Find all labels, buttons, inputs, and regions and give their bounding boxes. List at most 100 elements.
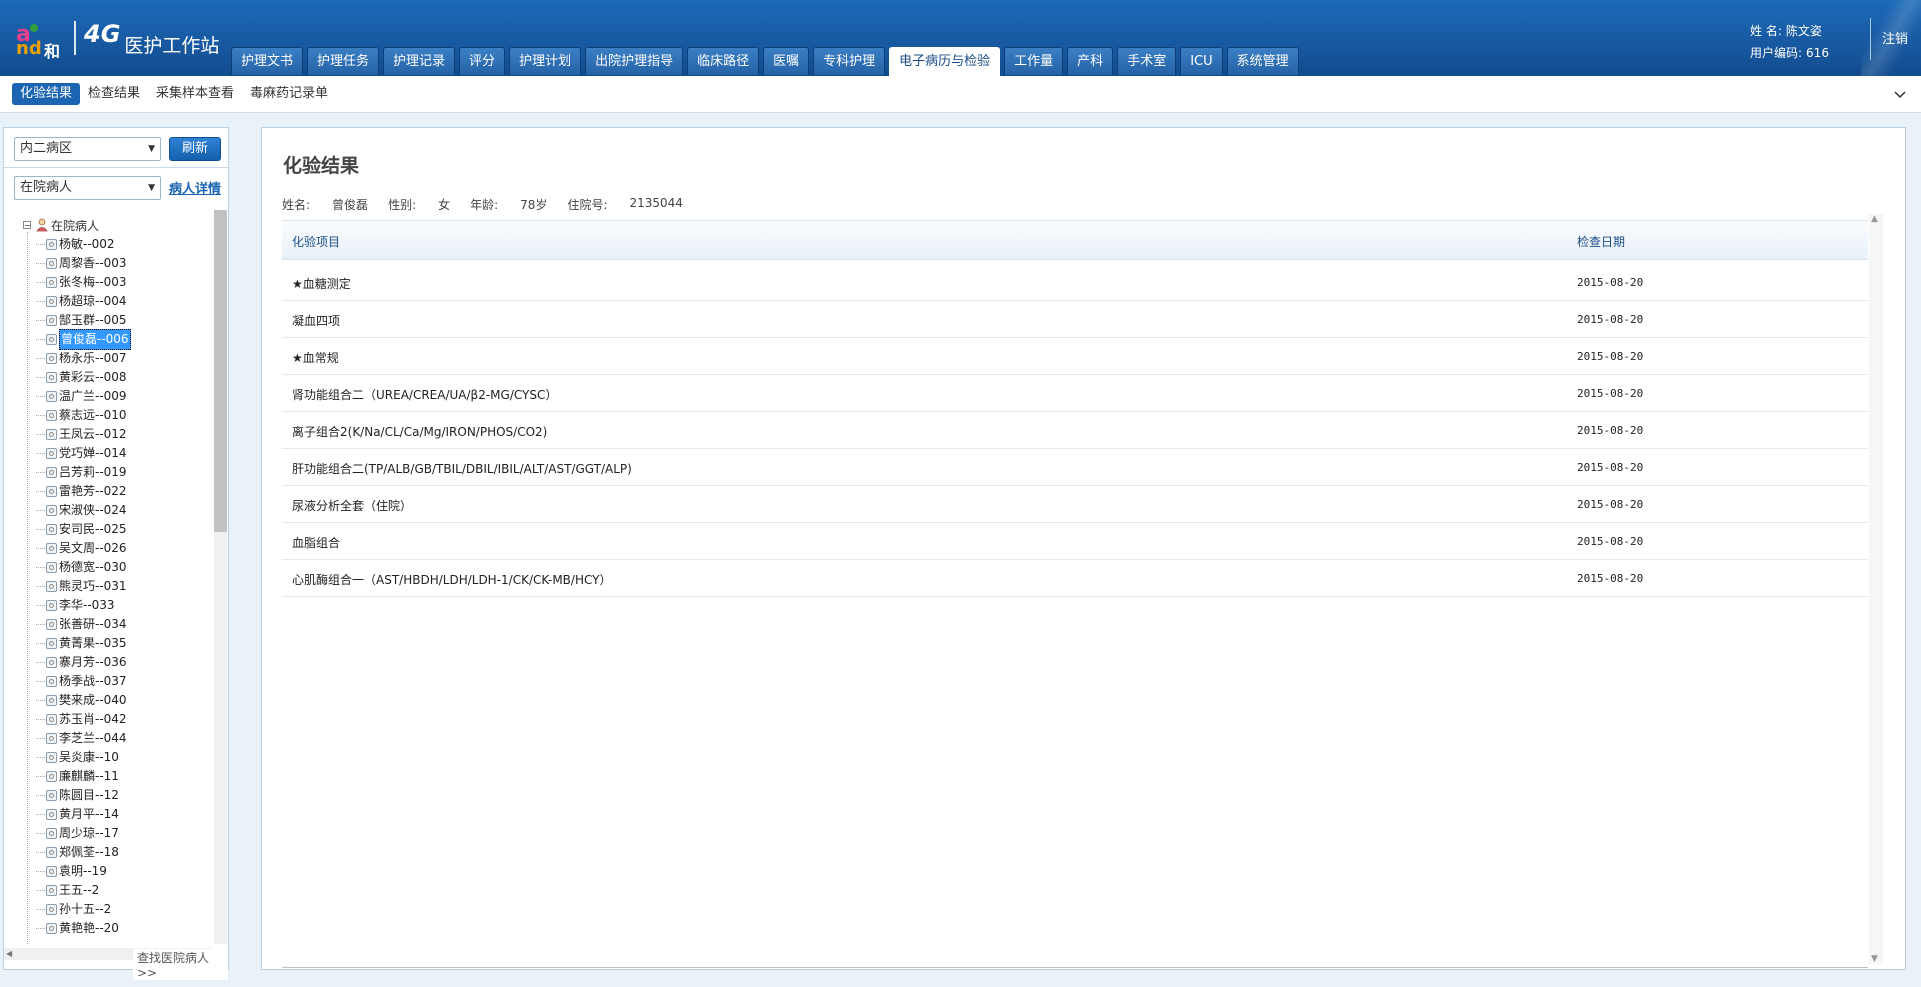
tree-item-patient[interactable]: 王五--2 <box>36 881 131 900</box>
table-row[interactable]: 血脂组合 2015-08-20 <box>282 523 1868 560</box>
chevron-down-icon[interactable] <box>1892 86 1908 102</box>
tree-item-patient[interactable]: 黄月平--14 <box>36 805 131 824</box>
nav-tab[interactable]: 护理文书 <box>231 47 304 75</box>
tree-item-patient[interactable]: 苏玉肖--042 <box>36 710 131 729</box>
tree-item-patient[interactable]: 李华--033 <box>36 596 131 615</box>
sub-tab[interactable]: 采集样本查看 <box>148 83 242 105</box>
column-header-item[interactable]: 化验项目 <box>292 233 340 250</box>
nav-tab[interactable]: 工作量 <box>1004 47 1064 75</box>
sub-tab[interactable]: 化验结果 <box>12 83 81 105</box>
tree-item-patient[interactable]: 张冬梅--003 <box>36 273 131 292</box>
refresh-button[interactable]: 刷新 <box>169 137 221 161</box>
tree-item-patient[interactable]: 袁明--19 <box>36 862 131 881</box>
tree-item-patient[interactable]: 周黎香--003 <box>36 254 131 273</box>
table-row[interactable]: 尿液分析全套（住院） 2015-08-20 <box>282 486 1868 523</box>
tree-item-patient[interactable]: 吴文周--026 <box>36 539 131 558</box>
nav-tab[interactable]: 电子病历与检验 <box>889 47 1001 76</box>
tree-item-patient[interactable]: 郜玉群--005 <box>36 311 131 330</box>
tree-item-patient[interactable]: 雷艳芳--022 <box>36 482 131 501</box>
tree-item-patient[interactable]: 杨德宽--030 <box>36 558 131 577</box>
patient-icon <box>46 315 57 326</box>
collapse-icon[interactable]: − <box>23 221 31 230</box>
nav-tab[interactable]: 护理任务 <box>307 47 380 75</box>
patient-label: 吴炎康--10 <box>59 750 119 764</box>
table-row[interactable]: ★血常规 2015-08-20 <box>282 338 1868 375</box>
table-row[interactable]: 肝功能组合二(TP/ALB/GB/TBIL/DBIL/IBIL/ALT/AST/… <box>282 449 1868 486</box>
tree-item-patient[interactable]: 郑佩荃--18 <box>36 843 131 862</box>
patient-icon <box>46 239 57 250</box>
lab-results-table: 化验项目 检查日期 ★血糖测定 2015-08-20 凝血四项 2015-08-20 ★… <box>282 220 1868 948</box>
tree-item-patient[interactable]: 寨月芳--036 <box>36 653 131 672</box>
tree-item-patient[interactable]: 王凤云--012 <box>36 425 131 444</box>
tree-item-patient[interactable]: 温广兰--009 <box>36 387 131 406</box>
brand-logo: a nd 和 <box>16 18 66 61</box>
sub-tab[interactable]: 毒麻药记录单 <box>242 83 336 105</box>
scroll-down-icon[interactable]: ▼ <box>1871 954 1878 964</box>
table-row[interactable]: 离子组合2(K/Na/CL/Ca/Mg/IRON/PHOS/CO2) 2015-0… <box>282 412 1868 449</box>
tree-scrollbar[interactable] <box>214 210 227 944</box>
tree-item-patient[interactable]: 蔡志远--010 <box>36 406 131 425</box>
nav-tab[interactable]: 系统管理 <box>1226 47 1299 75</box>
table-row[interactable]: 肾功能组合二（UREA/CREA/UA/β2-MG/CYSC） 2015-08-2… <box>282 375 1868 412</box>
tree-root[interactable]: − 在院病人 <box>23 216 99 234</box>
nav-tab[interactable]: ICU <box>1180 47 1223 75</box>
tree-item-patient[interactable]: 黄彩云--008 <box>36 368 131 387</box>
nav-tab[interactable]: 出院护理指导 <box>585 47 684 75</box>
tree-item-patient[interactable]: 曾俊磊--006 <box>36 329 131 350</box>
tree-item-patient[interactable]: 廉麒麟--11 <box>36 767 131 786</box>
tree-item-patient[interactable]: 宋淑侠--024 <box>36 501 131 520</box>
user-info: 姓 名: 陈文姿 用户编码: 616 <box>1750 20 1833 64</box>
tree-item-patient[interactable]: 陈圆目--12 <box>36 786 131 805</box>
patient-icon <box>46 752 57 763</box>
patient-icon <box>46 809 57 820</box>
patient-filter-select[interactable]: 在院病人 ▼ <box>14 176 161 200</box>
tree-item-patient[interactable]: 党巧婵--014 <box>36 444 131 463</box>
tree-item-patient[interactable]: 熊灵巧--031 <box>36 577 131 596</box>
nav-tab[interactable]: 临床路径 <box>687 47 760 75</box>
tree-item-patient[interactable]: 周少琼--17 <box>36 824 131 843</box>
tree-item-patient[interactable]: 安司民--025 <box>36 520 131 539</box>
patient-info: 姓名: 曾俊磊 性别: 女 年龄: 78岁 住院号: 2135044 <box>282 196 703 213</box>
ward-select[interactable]: 内二病区 ▼ <box>14 137 161 161</box>
tree-item-patient[interactable]: 吴炎康--10 <box>36 748 131 767</box>
tree-item-patient[interactable]: 杨季战--037 <box>36 672 131 691</box>
tree-item-patient[interactable]: 孙十五--2 <box>36 900 131 919</box>
tree-item-patient[interactable]: 吕芳莉--019 <box>36 463 131 482</box>
patient-detail-link[interactable]: 病人详情 <box>169 178 221 197</box>
tree-item-patient[interactable]: 黄艳艳--20 <box>36 919 131 938</box>
table-row[interactable]: 凝血四项 2015-08-20 <box>282 301 1868 338</box>
lab-date-cell: 2015-08-20 <box>1577 313 1644 326</box>
find-patient-link[interactable]: 查找医院病人>> <box>133 949 228 980</box>
tree-item-patient[interactable]: 樊来成--040 <box>36 691 131 710</box>
tree-item-patient[interactable]: 杨超琼--004 <box>36 292 131 311</box>
tree-item-patient[interactable]: 杨永乐--007 <box>36 349 131 368</box>
nav-tab[interactable]: 护理记录 <box>383 47 456 75</box>
sub-tab[interactable]: 检查结果 <box>80 83 148 105</box>
tree-item-patient[interactable]: 李芝兰--044 <box>36 729 131 748</box>
tree-item-patient[interactable]: 张善研--034 <box>36 615 131 634</box>
lab-item-cell: 肝功能组合二(TP/ALB/GB/TBIL/DBIL/IBIL/ALT/AST/… <box>292 462 632 476</box>
table-scrollbar[interactable]: ▲ ▼ <box>1869 214 1883 964</box>
scroll-up-icon[interactable]: ▲ <box>1871 214 1878 224</box>
scroll-left-icon[interactable]: ◀ <box>6 949 12 958</box>
nav-tab[interactable]: 护理计划 <box>509 47 582 75</box>
patient-icon <box>46 429 57 440</box>
table-row[interactable]: 心肌酶组合一（AST/HBDH/LDH/LDH-1/CK/CK-MB/HCY） 2… <box>282 560 1868 597</box>
patient-label: 郑佩荃--18 <box>59 845 119 859</box>
patient-icon <box>46 847 57 858</box>
table-row[interactable]: ★血糖测定 2015-08-20 <box>282 264 1868 301</box>
logout-button[interactable]: 注销 <box>1882 28 1908 47</box>
patient-icon <box>46 391 57 402</box>
nav-tab[interactable]: 专科护理 <box>813 47 886 75</box>
tree-scroll-thumb[interactable] <box>214 210 227 532</box>
nav-tab[interactable]: 产科 <box>1067 47 1114 75</box>
nav-tab[interactable]: 手术室 <box>1117 47 1177 75</box>
nav-tab[interactable]: 医嘱 <box>763 47 810 75</box>
column-header-date[interactable]: 检查日期 <box>1577 233 1625 250</box>
patient-icon <box>46 695 57 706</box>
tree-item-patient[interactable]: 杨敏--002 <box>36 235 131 254</box>
patient-icon <box>46 657 57 668</box>
tree-item-patient[interactable]: 黄菁果--035 <box>36 634 131 653</box>
patient-label: 安司民--025 <box>59 522 127 536</box>
nav-tab[interactable]: 评分 <box>459 47 506 75</box>
